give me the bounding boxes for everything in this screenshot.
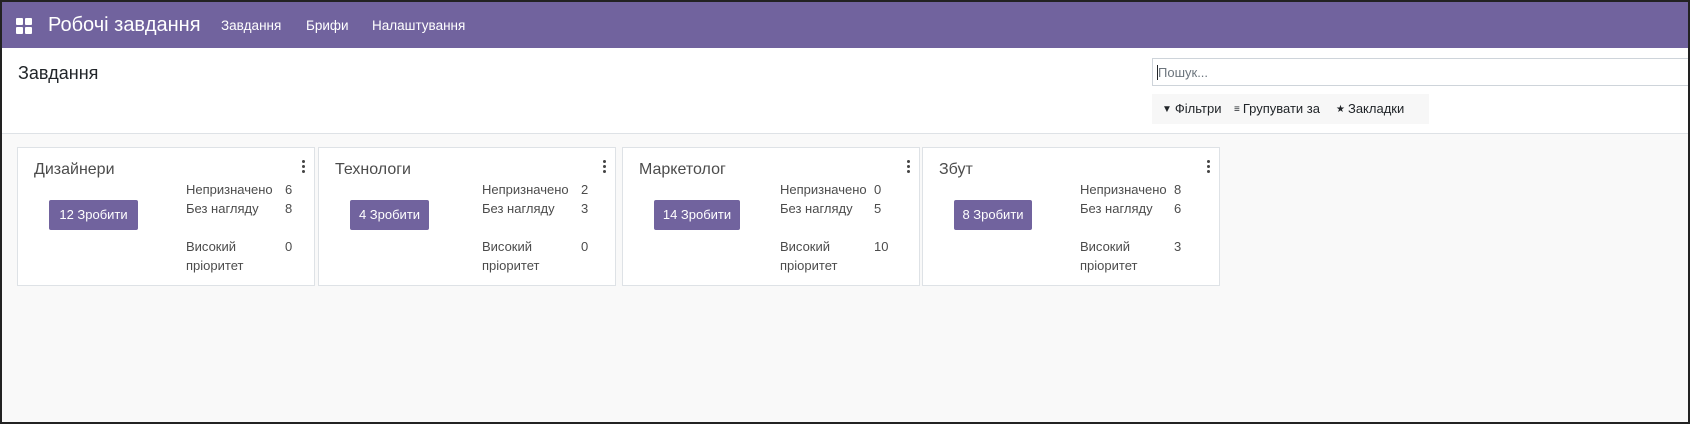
apps-grid-icon[interactable]: [16, 18, 32, 34]
stat-high-priority-count[interactable]: 3: [1174, 237, 1181, 256]
stat-unassigned-label[interactable]: Непризначено: [482, 180, 577, 199]
team-card-marketing[interactable]: Маркетолог 14 Зробити Непризначено 0 Без…: [622, 147, 920, 286]
kebab-menu-icon[interactable]: [905, 160, 911, 174]
stat-unassigned-count[interactable]: 0: [874, 180, 881, 199]
app-window: Робочі завдання Завдання Брифи Налаштува…: [0, 0, 1690, 424]
favorites-label: Закладки: [1347, 101, 1405, 116]
stat-unreviewed-count[interactable]: 6: [1174, 199, 1181, 218]
stat-unreviewed-label[interactable]: Без нагляду: [1080, 199, 1160, 218]
card-title[interactable]: Технологи: [335, 160, 411, 180]
kebab-menu-icon[interactable]: [300, 160, 306, 174]
card-title[interactable]: Збут: [939, 160, 973, 180]
stat-unassigned-label[interactable]: Непризначено: [780, 180, 875, 199]
filters-button[interactable]: ▼ Фільтри: [1162, 101, 1221, 118]
kebab-menu-icon[interactable]: [601, 160, 607, 174]
kebab-menu-icon[interactable]: [1205, 160, 1211, 174]
stat-unassigned-label[interactable]: Непризначено: [186, 180, 281, 199]
page-title: Завдання: [18, 63, 99, 83]
stat-high-priority-label[interactable]: Високий пріоритет: [186, 237, 266, 275]
stat-high-priority-label[interactable]: Високий пріоритет: [1080, 237, 1160, 275]
card-title[interactable]: Дизайнери: [34, 160, 115, 180]
stat-high-priority-label[interactable]: Високий пріоритет: [482, 237, 562, 275]
stat-high-priority-count[interactable]: 10: [874, 237, 888, 256]
todo-button[interactable]: 12 Зробити: [49, 200, 138, 230]
stat-high-priority-count[interactable]: 0: [285, 237, 292, 256]
list-icon: ≡: [1234, 104, 1240, 115]
filter-icon: ▼: [1162, 104, 1172, 115]
stat-unassigned-count[interactable]: 8: [1174, 180, 1181, 199]
search-options-bar: ▼ Фільтри ≡ Групувати за ★ Закладки: [1152, 94, 1429, 124]
control-panel: Завдання ▼Фільтри ≡Групувати за ★Закладк…: [2, 48, 1688, 134]
todo-button[interactable]: 4 Зробити: [350, 200, 429, 230]
text-cursor: [1157, 65, 1158, 80]
menu-item-settings[interactable]: Налаштування: [372, 18, 465, 34]
stat-unassigned-count[interactable]: 6: [285, 180, 292, 199]
team-card-technologists[interactable]: Технологи 4 Зробити Непризначено 2 Без н…: [318, 147, 616, 286]
favorites-button[interactable]: ★ Закладки: [1336, 101, 1404, 118]
menu-item-tasks[interactable]: Завдання: [221, 18, 281, 34]
filters-label: Фільтри: [1174, 101, 1222, 116]
top-navbar: Робочі завдання Завдання Брифи Налаштува…: [2, 2, 1688, 48]
stat-unassigned-count[interactable]: 2: [581, 180, 588, 199]
stat-unassigned-label[interactable]: Непризначено: [1080, 180, 1175, 199]
app-title[interactable]: Робочі завдання: [48, 13, 201, 37]
todo-button[interactable]: 14 Зробити: [654, 200, 740, 230]
team-card-sales[interactable]: Збут 8 Зробити Непризначено 8 Без нагляд…: [922, 147, 1220, 286]
group-by-button[interactable]: ≡ Групувати за: [1234, 101, 1320, 118]
search-input[interactable]: [1158, 63, 1678, 81]
stat-unreviewed-count[interactable]: 5: [874, 199, 881, 218]
group-by-label: Групувати за: [1242, 101, 1320, 116]
stat-unreviewed-label[interactable]: Без нагляду: [186, 199, 266, 218]
stat-unreviewed-label[interactable]: Без нагляду: [482, 199, 562, 218]
card-title[interactable]: Маркетолог: [639, 160, 726, 180]
stat-high-priority-label[interactable]: Високий пріоритет: [780, 237, 860, 275]
menu-item-briefs[interactable]: Брифи: [306, 18, 349, 34]
stat-high-priority-count[interactable]: 0: [581, 237, 588, 256]
search-box[interactable]: [1152, 58, 1688, 86]
team-card-designers[interactable]: Дизайнери 12 Зробити Непризначено 6 Без …: [17, 147, 315, 286]
stat-unreviewed-count[interactable]: 3: [581, 199, 588, 218]
todo-button[interactable]: 8 Зробити: [954, 200, 1032, 230]
stat-unreviewed-label[interactable]: Без нагляду: [780, 199, 860, 218]
star-icon: ★: [1336, 104, 1345, 115]
stat-unreviewed-count[interactable]: 8: [285, 199, 292, 218]
